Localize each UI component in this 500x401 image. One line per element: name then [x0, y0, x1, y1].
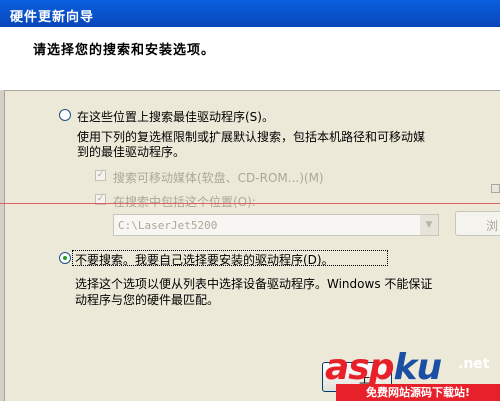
watermark-subtitle: 免费网站源码下载站! [336, 384, 500, 401]
search-radio[interactable] [59, 109, 71, 121]
manual-radio[interactable] [59, 252, 71, 264]
search-desc-line2: 到的最佳驱动程序。 [77, 145, 186, 159]
include-location-label: 在搜索中包括这个位置(O): [113, 195, 256, 209]
removable-media-checkbox[interactable]: ✓ [95, 170, 106, 181]
title-bar[interactable]: 硬件更新向导 [0, 0, 500, 27]
location-value: C:\LaserJet5200 [118, 219, 218, 232]
browse-label: 浏 [486, 219, 499, 233]
manual-radio-label[interactable]: 不要搜索。我要自己选择要安装的驱动程序(D)。 [75, 251, 334, 268]
red-guide-line [0, 203, 500, 204]
scroll-button[interactable] [491, 184, 500, 193]
location-combo[interactable]: C:\LaserJet5200 ▼ [113, 214, 439, 236]
watermark-logo-main: asp [325, 347, 394, 388]
wizard-header: 请选择您的搜索和安装选项。 [0, 27, 500, 91]
watermark-logo-accent: ku [393, 347, 443, 388]
removable-media-label: 搜索可移动媒体(软盘、CD-ROM...)(M) [113, 171, 324, 185]
manual-desc-line2: 动程序与您的硬件最匹配。 [75, 293, 220, 307]
manual-desc-line1: 选择这个选项以便从列表中选择设备驱动程序。Windows 不能保证 [75, 277, 433, 291]
left-edge [0, 90, 5, 401]
watermark-logo: aspku [325, 347, 443, 388]
chevron-down-icon[interactable]: ▼ [420, 215, 438, 235]
window-title: 硬件更新向导 [10, 10, 95, 25]
page-title: 请选择您的搜索和安装选项。 [33, 43, 216, 58]
browse-button[interactable]: 浏 [455, 211, 500, 236]
watermark-suffix: .net [458, 356, 490, 372]
search-radio-label[interactable]: 在这些位置上搜索最佳驱动程序(S)。 [77, 108, 274, 125]
